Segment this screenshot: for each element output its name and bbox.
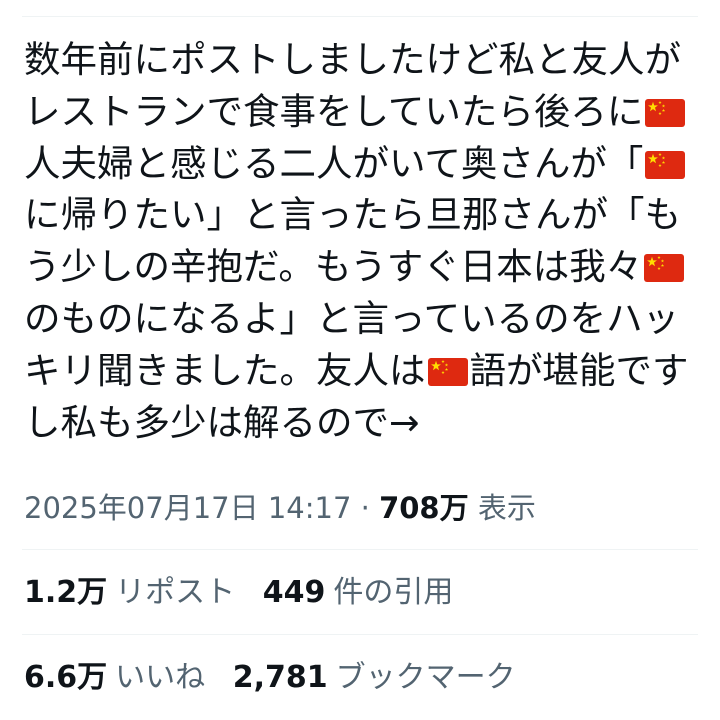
divider (22, 634, 698, 635)
quotes-count: 449 (262, 575, 326, 610)
top-divider (22, 16, 698, 17)
meta-separator: · (351, 491, 380, 525)
reposts-label: リポスト (115, 575, 236, 610)
views-label: 表示 (468, 491, 536, 525)
post-text-segment: 数年前にポストしましたけど私と友人がレストランで食事をしていたら後ろに (24, 38, 681, 133)
stats-row-reposts: 1.2万 リポスト 449 件の引用 (24, 571, 453, 615)
quotes-label: 件の引用 (333, 575, 454, 610)
likes-count: 6.6万 (24, 660, 108, 695)
post-timestamp[interactable]: 2025年07月17日 14:17 (24, 491, 351, 525)
reposts-count: 1.2万 (24, 575, 108, 610)
likes-stat[interactable]: 6.6万 いいね (24, 660, 205, 695)
china-flag-icon (645, 150, 686, 179)
post-meta: 2025年07月17日 14:17 · 708万 表示 (24, 486, 536, 530)
china-flag-icon (645, 98, 686, 127)
divider (22, 549, 698, 550)
stats-row-likes: 6.6万 いいね 2,781 ブックマーク (24, 656, 516, 700)
bookmarks-count: 2,781 (232, 660, 328, 695)
bookmarks-label: ブックマーク (335, 660, 516, 695)
china-flag-icon (427, 357, 468, 386)
likes-label: いいね (115, 660, 206, 695)
china-flag-icon (644, 254, 685, 283)
views-count: 708万 (379, 491, 469, 525)
post-text-segment: に帰りたい」と言ったら旦那さんが「もう少しの辛抱だ。もうすぐ日本は我々 (24, 193, 681, 289)
post-text-segment: 人夫婦と感じる二人がいて奥さんが「 (24, 141, 644, 185)
post-text: 数年前にポストしましたけど私と友人がレストランで食事をしていたら後ろに人夫婦と感… (24, 34, 700, 448)
reposts-stat[interactable]: 1.2万 リポスト (24, 575, 235, 610)
bookmarks-stat[interactable]: 2,781 ブックマーク (233, 660, 516, 695)
quotes-stat[interactable]: 449 件の引用 (263, 575, 454, 610)
